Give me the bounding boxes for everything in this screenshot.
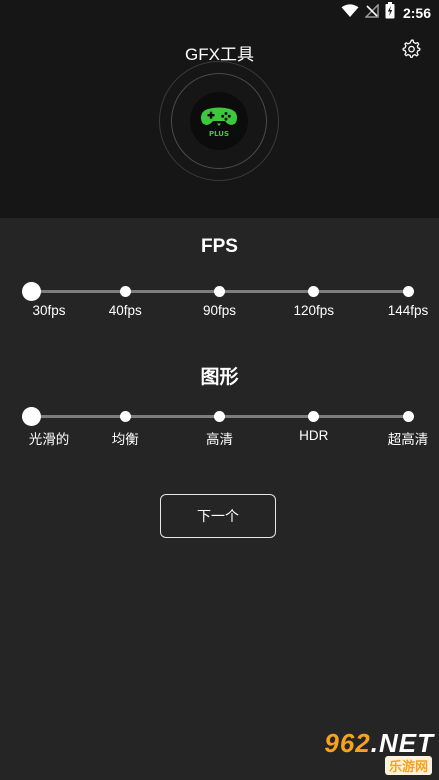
logo-plus-label: PLUS xyxy=(209,130,229,138)
fps-stop[interactable] xyxy=(214,286,225,297)
graphics-option-label[interactable]: HDR xyxy=(274,428,354,443)
wifi-icon xyxy=(341,3,359,23)
watermark-sub: 乐游网 xyxy=(384,756,432,775)
fps-stop[interactable] xyxy=(119,286,131,297)
app-logo: PLUS xyxy=(159,61,279,181)
fps-option-label[interactable]: 120fps xyxy=(274,303,354,318)
fps-option-label[interactable]: 30fps xyxy=(9,303,89,318)
watermark-logo: 962.NET xyxy=(324,728,434,759)
status-time: 2:56 xyxy=(402,5,431,21)
graphics-section-title: 图形 xyxy=(200,367,239,388)
fps-option-label[interactable]: 144fps xyxy=(368,303,439,318)
fps-stop[interactable] xyxy=(402,286,414,297)
watermark-number: 962 xyxy=(324,728,371,758)
no-signal-icon xyxy=(364,2,379,23)
graphics-option-label[interactable]: 光滑的 xyxy=(9,428,89,448)
site-watermark: 962.NET 乐游网 xyxy=(302,726,434,776)
fps-option-label[interactable]: 90fps xyxy=(180,303,260,318)
fps-option-label[interactable]: 40fps xyxy=(85,303,165,318)
settings-button[interactable] xyxy=(400,39,422,63)
fps-slider[interactable]: 30fps 40fps 90fps 120fps 144fps xyxy=(0,282,439,343)
gfx-tool-screen: 2:56 GFX工具 PLUS FPS 30fps 40fps 90fps 12… xyxy=(0,0,439,780)
graphics-stop[interactable] xyxy=(21,407,41,426)
graphics-stop[interactable] xyxy=(119,411,131,422)
graphics-slider[interactable]: 光滑的 均衡 高清 HDR 超高清 xyxy=(0,407,439,468)
watermark-suffix: .NET xyxy=(370,728,434,758)
gear-icon xyxy=(402,39,421,63)
status-bar: 2:56 xyxy=(0,0,439,26)
graphics-option-label[interactable]: 超高清 xyxy=(368,428,439,448)
fps-stop[interactable] xyxy=(308,286,320,297)
graphics-stop[interactable] xyxy=(308,411,320,422)
logo-core: PLUS xyxy=(190,92,248,150)
next-button[interactable]: 下一个 xyxy=(160,494,276,538)
battery-charging-icon xyxy=(385,2,395,24)
graphics-stop[interactable] xyxy=(402,411,414,422)
header-hero: 2:56 GFX工具 PLUS xyxy=(0,0,439,218)
fps-section-title: FPS xyxy=(201,236,238,257)
fps-stop[interactable] xyxy=(21,282,41,301)
graphics-stop[interactable] xyxy=(214,411,225,422)
graphics-option-label[interactable]: 高清 xyxy=(180,428,260,448)
status-icons: 2:56 xyxy=(341,2,431,24)
graphics-option-label[interactable]: 均衡 xyxy=(85,428,165,448)
